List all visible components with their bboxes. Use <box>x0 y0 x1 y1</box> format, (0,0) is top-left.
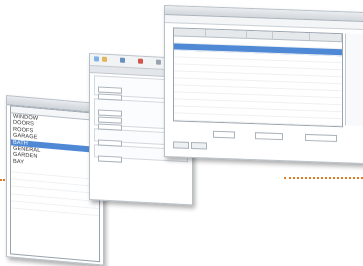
table-cell <box>272 47 308 54</box>
table-cell <box>174 50 206 57</box>
column-header[interactable] <box>206 29 247 38</box>
footer-field-2[interactable] <box>255 132 283 141</box>
table-cell <box>246 46 272 53</box>
table-cell <box>174 36 206 43</box>
new-icon[interactable] <box>94 56 99 62</box>
form-field[interactable] <box>98 92 122 101</box>
footer-field-1[interactable] <box>213 130 235 139</box>
table-cell <box>308 48 340 55</box>
connector-dots-right <box>284 177 363 179</box>
prev-page-button[interactable] <box>173 141 189 149</box>
details-side-panel <box>345 33 363 127</box>
form-field[interactable] <box>98 154 122 163</box>
table-footer <box>173 128 341 143</box>
grid-rows <box>174 36 342 127</box>
form-field[interactable] <box>98 138 122 147</box>
table-cell <box>308 41 340 48</box>
column-header[interactable] <box>246 30 274 39</box>
delete-icon[interactable] <box>138 58 143 64</box>
print-icon[interactable] <box>156 59 161 65</box>
table-cell <box>272 40 308 47</box>
column-header[interactable] <box>273 31 310 41</box>
table-cell <box>308 55 340 62</box>
category-list: WINDOW DOORS ROOFS GARAGE BATH GENERAL GARDEN B… <box>11 113 99 172</box>
records-grid[interactable] <box>173 27 343 128</box>
table-bottom-buttons <box>173 140 233 150</box>
next-page-button[interactable] <box>191 141 207 150</box>
table-cell <box>272 54 308 61</box>
column-header[interactable] <box>309 33 342 42</box>
open-icon[interactable] <box>102 56 107 62</box>
save-icon[interactable] <box>120 57 125 63</box>
form-field[interactable] <box>98 122 122 131</box>
table-cell <box>246 39 272 46</box>
table-cell <box>246 53 272 60</box>
category-listbox[interactable]: WINDOW DOORS ROOFS GARAGE BATH GENERAL GARDEN B… <box>10 105 100 263</box>
column-header[interactable] <box>174 28 207 37</box>
table-cell <box>174 43 206 50</box>
records-table-window <box>164 5 363 165</box>
footer-field-3[interactable] <box>305 133 337 143</box>
